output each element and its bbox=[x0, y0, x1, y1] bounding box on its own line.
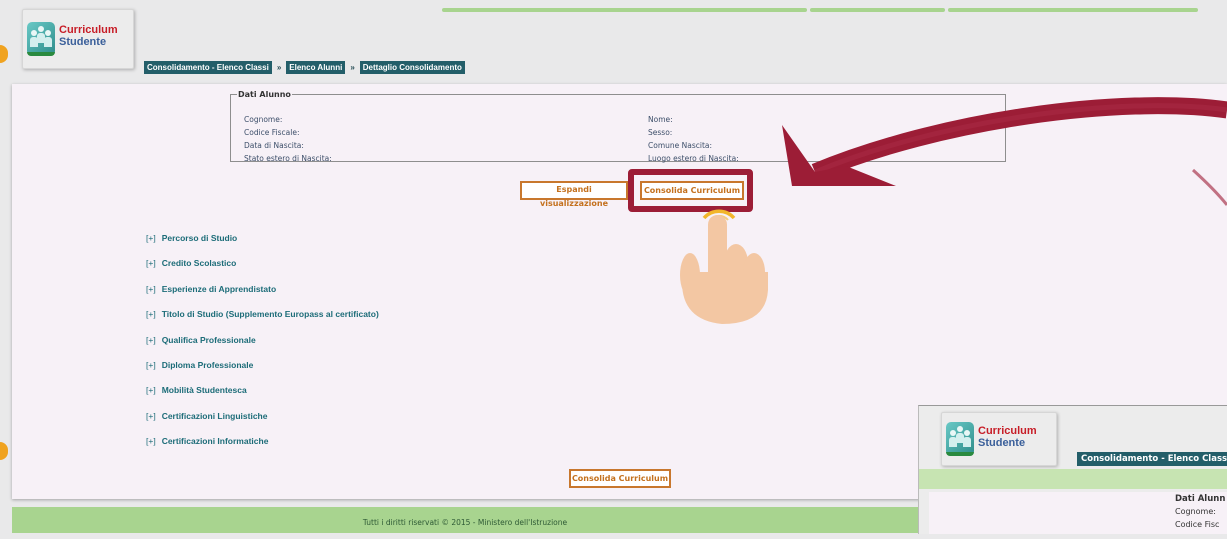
inset-green-bar bbox=[919, 469, 1227, 489]
footer-text: Tutti i diritti riservati © 2015 - Minis… bbox=[362, 518, 568, 527]
section-esperienze-apprendistato[interactable]: [+] Esperienze di Apprendistato bbox=[146, 284, 379, 309]
field-sesso: Sesso: bbox=[648, 128, 673, 137]
logo-line1: Curriculum bbox=[59, 24, 118, 36]
field-comune-nascita: Comune Nascita: bbox=[648, 141, 713, 150]
expand-toggle[interactable]: [+] bbox=[146, 360, 156, 370]
dati-alunno-fieldset: Dati Alunno Cognome: Codice Fiscale: Dat… bbox=[230, 90, 1006, 163]
section-titolo-studio[interactable]: [+] Titolo di Studio (Supplemento Europas… bbox=[146, 309, 379, 334]
section-label: Percorso di Studio bbox=[161, 233, 238, 243]
consolida-curriculum-bottom-button[interactable]: Consolida Curriculum bbox=[569, 469, 671, 488]
breadcrumb: Consolidamento - Elenco Classi » Elenco … bbox=[144, 61, 465, 74]
section-label: Diploma Professionale bbox=[161, 359, 254, 370]
field-stato-estero: Stato estero di Nascita: bbox=[244, 154, 332, 163]
breadcrumb-separator: » bbox=[350, 63, 355, 72]
section-label: Certificazioni Informatiche bbox=[161, 436, 269, 447]
decor-edge-top bbox=[0, 45, 8, 63]
section-credito-scolastico[interactable]: [+] Credito Scolastico bbox=[146, 258, 379, 283]
breadcrumb-separator: » bbox=[276, 63, 282, 72]
inset-app-logo: Curriculum Studente bbox=[941, 412, 1057, 466]
breadcrumb-elenco-alunni[interactable]: Elenco Alunni bbox=[286, 61, 346, 74]
section-label: Mobilità Studentesca bbox=[161, 385, 247, 396]
top-decor-strip bbox=[442, 0, 1227, 14]
inset-cognome: Cognome: bbox=[1175, 507, 1216, 516]
inset-logo-text: Curriculum Studente bbox=[978, 425, 1037, 449]
inset-logo-line2: Studente bbox=[978, 437, 1026, 449]
section-label: Qualifica Professionale bbox=[161, 334, 256, 345]
inset-breadcrumb: Consolidamento - Elenco Classi bbox=[1077, 452, 1227, 466]
section-label: Esperienze di Apprendistato bbox=[161, 283, 277, 294]
espandi-visualizzazione-button[interactable]: Espandi visualizzazione bbox=[520, 181, 628, 208]
inset-logo-line1: Curriculum bbox=[978, 425, 1037, 437]
expand-toggle[interactable]: [+] bbox=[146, 385, 156, 395]
people-logo-icon bbox=[946, 422, 974, 456]
expand-toggle[interactable]: [+] bbox=[146, 436, 156, 446]
expand-toggle[interactable]: [+] bbox=[146, 309, 156, 319]
expand-toggle[interactable]: [+] bbox=[146, 411, 156, 421]
expand-toggle[interactable]: [+] bbox=[146, 284, 156, 294]
section-qualifica-professionale[interactable]: [+] Qualifica Professionale bbox=[146, 335, 379, 360]
dati-alunno-legend: Dati Alunno bbox=[238, 90, 291, 99]
field-luogo-estero: Luogo estero di Nascita: bbox=[648, 154, 739, 163]
decor-edge-bottom bbox=[0, 442, 8, 460]
expand-toggle[interactable]: [+] bbox=[146, 335, 156, 345]
section-diploma-professionale[interactable]: [+] Diploma Professionale bbox=[146, 360, 379, 385]
section-mobilita-studentesca[interactable]: [+] Mobilità Studentesca bbox=[146, 385, 379, 410]
expand-toggle[interactable]: [+] bbox=[146, 258, 156, 268]
field-cognome: Cognome: bbox=[244, 115, 283, 124]
footer-bar: Tutti i diritti riservati © 2015 - Minis… bbox=[12, 507, 918, 533]
section-certificazioni-linguistiche[interactable]: [+] Certificazioni Linguistiche bbox=[146, 411, 379, 436]
logo-line2: Studente bbox=[59, 36, 107, 48]
field-nome: Nome: bbox=[648, 115, 673, 124]
sections-list: [+] Percorso di Studio [+] Credito Scolast… bbox=[146, 233, 379, 462]
field-data-nascita: Data di Nascita: bbox=[244, 141, 304, 150]
inset-legend: Dati Alunn bbox=[1175, 494, 1226, 504]
tutorial-highlight-box bbox=[628, 169, 753, 212]
section-label: Credito Scolastico bbox=[161, 258, 237, 269]
field-codice-fiscale: Codice Fiscale: bbox=[244, 128, 300, 137]
breadcrumb-elenco-classi[interactable]: Consolidamento - Elenco Classi bbox=[144, 61, 272, 74]
app-logo[interactable]: Curriculum Studente bbox=[22, 9, 134, 69]
section-label: Titolo di Studio (Supplemento Europass a… bbox=[161, 309, 379, 320]
section-percorso-studio[interactable]: [+] Percorso di Studio bbox=[146, 233, 379, 258]
app-logo-text: Curriculum Studente bbox=[59, 24, 118, 48]
inset-codice-partial: Codice Fisc bbox=[1175, 520, 1220, 529]
inset-panel: Dati Alunn Cognome: Codice Fisc bbox=[929, 492, 1227, 534]
section-label: Certificazioni Linguistiche bbox=[161, 410, 268, 421]
breadcrumb-dettaglio[interactable]: Dettaglio Consolidamento bbox=[359, 61, 465, 74]
people-logo-icon bbox=[27, 22, 55, 56]
expand-toggle[interactable]: [+] bbox=[146, 233, 156, 243]
inset-screenshot: Curriculum Studente Consolidamento - Ele… bbox=[918, 405, 1227, 534]
section-certificazioni-informatiche[interactable]: [+] Certificazioni Informatiche bbox=[146, 436, 379, 461]
